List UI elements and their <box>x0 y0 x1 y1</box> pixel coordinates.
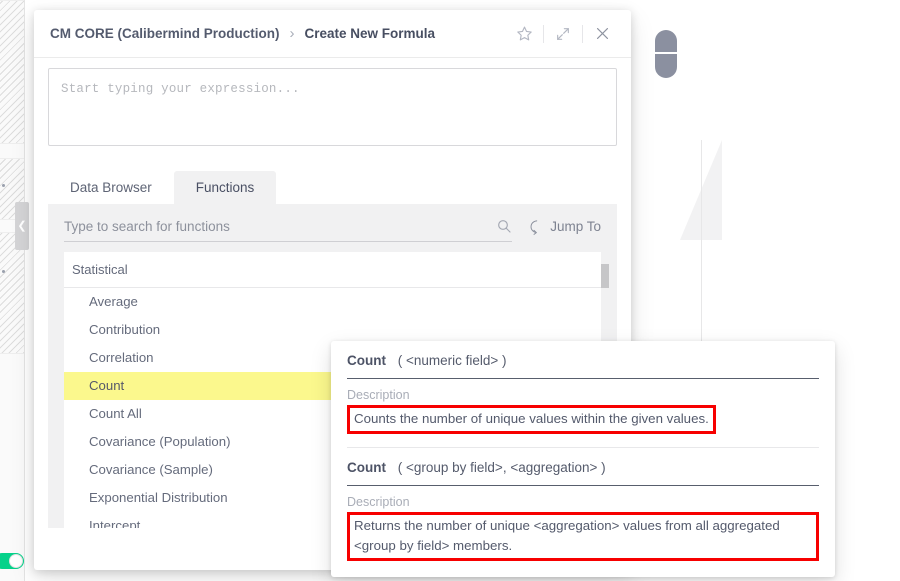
function-item-contribution[interactable]: Contribution <box>64 316 609 344</box>
background-left-rail <box>0 0 25 581</box>
function-group-header: Statistical <box>64 252 609 288</box>
tab-functions[interactable]: Functions <box>173 171 277 204</box>
description-label-1: Description <box>347 388 410 402</box>
jump-to-arrow-icon <box>528 219 543 235</box>
toggle-knob <box>9 554 23 568</box>
description-label-2: Description <box>347 495 410 509</box>
rail-row <box>0 232 24 354</box>
expression-placeholder: Start typing your expression... <box>61 82 300 96</box>
function-help-tooltip: Count ( <numeric field> ) Description Co… <box>331 341 835 577</box>
function-name: Count <box>347 460 386 475</box>
jump-to-button[interactable]: Jump To <box>528 219 601 242</box>
tooltip-divider <box>347 447 819 448</box>
annotation-box-1: Counts the number of unique values withi… <box>347 405 716 434</box>
expression-editor-wrapper: Start typing your expression... <box>34 58 631 146</box>
expand-icon[interactable] <box>548 19 578 49</box>
jump-to-label: Jump To <box>550 219 601 234</box>
rail-bullet-icon <box>2 184 5 187</box>
breadcrumb-root[interactable]: CM CORE (Calibermind Production) <box>50 26 280 41</box>
favorite-star-icon[interactable] <box>509 19 539 49</box>
description-text-1-wrapper: Counts the number of unique values withi… <box>347 405 819 434</box>
annotation-box-2: Returns the number of unique <aggregatio… <box>347 512 819 561</box>
function-signature-1: Count ( <numeric field> ) <box>347 353 819 379</box>
rail-bullet-icon <box>2 270 5 273</box>
search-icon[interactable] <box>496 218 512 234</box>
expression-input[interactable]: Start typing your expression... <box>48 68 617 146</box>
breadcrumb-current: Create New Formula <box>304 26 436 41</box>
tab-bar: Data Browser Functions <box>34 146 631 204</box>
search-row: Type to search for functions Jump To <box>48 204 617 242</box>
description-text-2-wrapper: Returns the number of unique <aggregatio… <box>347 512 819 561</box>
app-root: ❮ CM CORE (Calibermind Production) › Cre… <box>0 0 900 581</box>
rail-row <box>0 0 24 144</box>
background-toggle-switch[interactable] <box>0 553 24 569</box>
function-item-average[interactable]: Average <box>64 288 609 316</box>
function-name: Count <box>347 353 386 368</box>
background-shape <box>655 30 677 78</box>
function-signature-2: Count ( <group by field>, <aggregation> … <box>347 460 819 486</box>
header-divider <box>543 24 544 43</box>
search-input[interactable]: Type to search for functions <box>64 218 513 242</box>
search-placeholder: Type to search for functions <box>64 218 230 234</box>
header-icon-group <box>509 19 617 49</box>
tab-data-browser[interactable]: Data Browser <box>48 171 174 204</box>
breadcrumb-separator-icon: › <box>289 25 295 42</box>
function-args: ( <numeric field> ) <box>397 353 507 368</box>
function-list-scrollbar-thumb[interactable] <box>601 264 609 288</box>
function-args: ( <group by field>, <aggregation> ) <box>397 460 606 475</box>
close-icon[interactable] <box>587 19 617 49</box>
sidebar-collapse-handle[interactable]: ❮ <box>15 202 29 250</box>
modal-header: CM CORE (Calibermind Production) › Creat… <box>34 10 631 58</box>
chevron-left-icon: ❮ <box>17 219 27 232</box>
header-divider <box>582 24 583 43</box>
